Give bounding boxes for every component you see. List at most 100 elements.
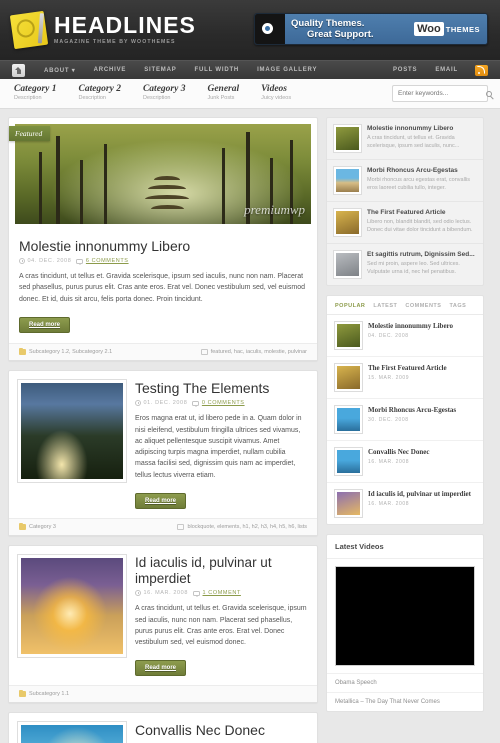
banner-line1: Quality Themes. xyxy=(291,18,365,29)
featured-post-body: Molestie innonummy Libero 04. DEC. 2008 … xyxy=(9,230,317,343)
category-name: Category 1 xyxy=(14,84,57,95)
featured-post-title[interactable]: Molestie innonummy Libero xyxy=(19,238,307,254)
post-categories[interactable]: Subcategory 1.2, Subcategory 2.1 xyxy=(29,349,112,355)
widget-heading: Latest Videos xyxy=(327,535,483,559)
article-thumbnail[interactable] xyxy=(17,554,127,659)
post-categories[interactable]: Category 3 xyxy=(29,524,56,530)
list-item-title: Convallis Nec Donec xyxy=(368,448,430,456)
article-title[interactable]: Id iaculis id, pulvinar ut imperdiet xyxy=(135,555,308,586)
article-thumbnail[interactable] xyxy=(17,721,127,743)
list-item[interactable]: Morbi Rhoncus Arcu-Egestas Morbi rhoncus… xyxy=(327,160,483,202)
list-item-thumbnail xyxy=(334,363,363,392)
featured-post-meta: 04. DEC. 2008 6 COMMENTS xyxy=(19,258,307,266)
article-thumbnail[interactable] xyxy=(17,379,127,484)
search-icon[interactable] xyxy=(486,90,492,97)
widget-tabs: POPULAR LATEST COMMENTS TAGS xyxy=(327,296,483,315)
list-item[interactable]: Molestie innonummy Libero A cras tincidu… xyxy=(327,118,483,160)
pagoda-shape xyxy=(145,176,190,210)
comments-link[interactable]: 1 COMMENT xyxy=(203,590,241,596)
article-excerpt: A cras tincidunt, ut tellus et. Gravida … xyxy=(135,605,307,647)
sticky-note-icon xyxy=(9,10,49,50)
list-item[interactable]: Morbi Rhoncus Arcu-Egestas 30. DEC. 2008 xyxy=(327,399,483,441)
list-item-thumbnail xyxy=(333,208,362,237)
read-more-button[interactable]: Read more xyxy=(135,493,187,510)
video-link[interactable]: Obama Speech xyxy=(327,673,483,692)
list-item-thumbnail xyxy=(334,321,363,350)
list-item-title: The First Featured Article xyxy=(367,209,446,216)
tab-comments[interactable]: COMMENTS xyxy=(405,303,441,309)
rss-feed-icon[interactable] xyxy=(475,64,488,76)
nav-item-image-gallery[interactable]: IMAGE GALLERY xyxy=(248,67,326,73)
featured-post-excerpt: A cras tincidunt, ut tellus et. Gravida … xyxy=(19,273,305,303)
tag-icon xyxy=(177,524,185,531)
list-item-desc: Libero non, blandit blandit, sed odio le… xyxy=(367,219,473,234)
main-column: Featured premiumwp Molestie innonummy Li… xyxy=(8,117,318,743)
clock-icon xyxy=(135,590,141,597)
list-item-title: Morbi Rhoncus Arcu-Egestas xyxy=(367,167,458,174)
featured-image[interactable]: premiumwp xyxy=(15,124,311,224)
read-more-button[interactable]: Read more xyxy=(135,660,187,677)
comments-link[interactable]: 0 COMMENTS xyxy=(202,400,245,406)
comments-link[interactable]: 6 COMMENTS xyxy=(86,258,129,264)
post-tags[interactable]: featured, hac, iaculis, molestie, pulvin… xyxy=(211,349,307,355)
list-item-desc: A cras tincidunt, ut tellus et. Gravida … xyxy=(367,135,460,150)
tabbed-posts-widget: POPULAR LATEST COMMENTS TAGS Molestie in… xyxy=(326,295,484,525)
read-more-button[interactable]: Read more xyxy=(19,317,71,334)
category-tab-2[interactable]: Category 2 Description xyxy=(78,84,120,102)
article-card: Convallis Nec Donec 16. MAR. 2008 0 COMM… xyxy=(8,712,318,743)
list-item-thumbnail xyxy=(334,447,363,476)
featured-list-widget: Molestie innonummy Libero A cras tincidu… xyxy=(326,117,484,286)
video-link[interactable]: Metallica – The Day That Never Comes xyxy=(327,692,483,711)
list-item-thumbnail xyxy=(334,405,363,434)
list-item-desc: Morbi rhoncus arcu egestas erat, convall… xyxy=(367,177,471,192)
site-header: HEADLINES MAGAZINE THEME BY WOOTHEMES Qu… xyxy=(0,0,500,60)
post-categories[interactable]: Subcategory 1.1 xyxy=(29,691,69,697)
list-item[interactable]: Et sagittis rutrum, Dignissim Sed... Sed… xyxy=(327,244,483,285)
nav-item-about[interactable]: ABOUT ▾ xyxy=(35,67,85,74)
search-box[interactable] xyxy=(392,85,492,102)
article-footer: Subcategory 1.1 xyxy=(9,685,317,703)
list-item[interactable]: The First Featured Article Libero non, b… xyxy=(327,202,483,244)
search-input[interactable] xyxy=(398,90,486,97)
article-excerpt: Eros magna erat ut, id libero pede in a.… xyxy=(135,415,302,479)
list-item[interactable]: Convallis Nec Donec 16. MAR. 2008 xyxy=(327,441,483,483)
tab-tags[interactable]: TAGS xyxy=(449,303,466,309)
post-tags[interactable]: blockquote, elements, h1, h2, h3, h4, h5… xyxy=(187,524,307,530)
article-card: Testing The Elements 01. DEC. 2008 0 COM… xyxy=(8,370,318,537)
list-item-date: 30. DEC. 2008 xyxy=(368,416,409,423)
post-date: 16. MAR. 2008 xyxy=(143,590,188,597)
list-item[interactable]: Molestie innonummy Libero 04. DEC. 2008 xyxy=(327,315,483,357)
list-item-date: 04. DEC. 2008 xyxy=(368,332,409,339)
list-item-desc: Sed mi proin, aspere leo. Sed ultrices. … xyxy=(367,261,460,276)
list-item-thumbnail xyxy=(334,489,363,518)
nav-item-archive[interactable]: ARCHIVE xyxy=(85,67,136,73)
site-logo[interactable]: HEADLINES MAGAZINE THEME BY WOOTHEMES xyxy=(9,10,196,50)
page-body: Featured premiumwp Molestie innonummy Li… xyxy=(0,109,500,743)
category-tab-3[interactable]: Category 3 Description xyxy=(143,84,185,102)
clock-icon xyxy=(135,400,141,407)
featured-image-wrap: Featured premiumwp xyxy=(9,118,317,230)
latest-videos-widget: Latest Videos Obama Speech Metallica – T… xyxy=(326,534,484,712)
category-tab-videos[interactable]: Videos Juicy videos xyxy=(261,84,291,102)
list-item[interactable]: The First Featured Article 15. MAR. 2009 xyxy=(327,357,483,399)
post-date: 04. DEC. 2008 xyxy=(27,258,72,265)
nav-item-sitemap[interactable]: SITEMAP xyxy=(135,67,185,73)
tab-latest[interactable]: LATEST xyxy=(373,303,397,309)
video-player[interactable] xyxy=(335,566,475,666)
nav-item-full-width[interactable]: FULL WIDTH xyxy=(186,67,249,73)
ad-banner[interactable]: Quality Themes. Great Support. Woo THEME… xyxy=(254,13,488,45)
article-footer: Category 3 blockquote, elements, h1, h2,… xyxy=(9,518,317,536)
post-date: 01. DEC. 2008 xyxy=(143,400,188,407)
category-name: General xyxy=(207,84,240,95)
list-item[interactable]: Id iaculis id, pulvinar ut imperdiet 16.… xyxy=(327,483,483,524)
category-tab-1[interactable]: Category 1 Description xyxy=(14,84,57,102)
list-item-title: Molestie innonummy Libero xyxy=(368,322,454,330)
home-icon[interactable] xyxy=(12,63,25,77)
category-tab-general[interactable]: General Junk Posts xyxy=(207,84,240,102)
article-title[interactable]: Testing The Elements xyxy=(135,380,308,396)
nav-item-email[interactable]: EMAIL xyxy=(426,67,467,73)
tab-popular[interactable]: POPULAR xyxy=(335,303,365,309)
nav-item-posts[interactable]: POSTS xyxy=(384,67,426,73)
article-title[interactable]: Convallis Nec Donec xyxy=(135,722,308,738)
category-name: Videos xyxy=(261,84,287,95)
